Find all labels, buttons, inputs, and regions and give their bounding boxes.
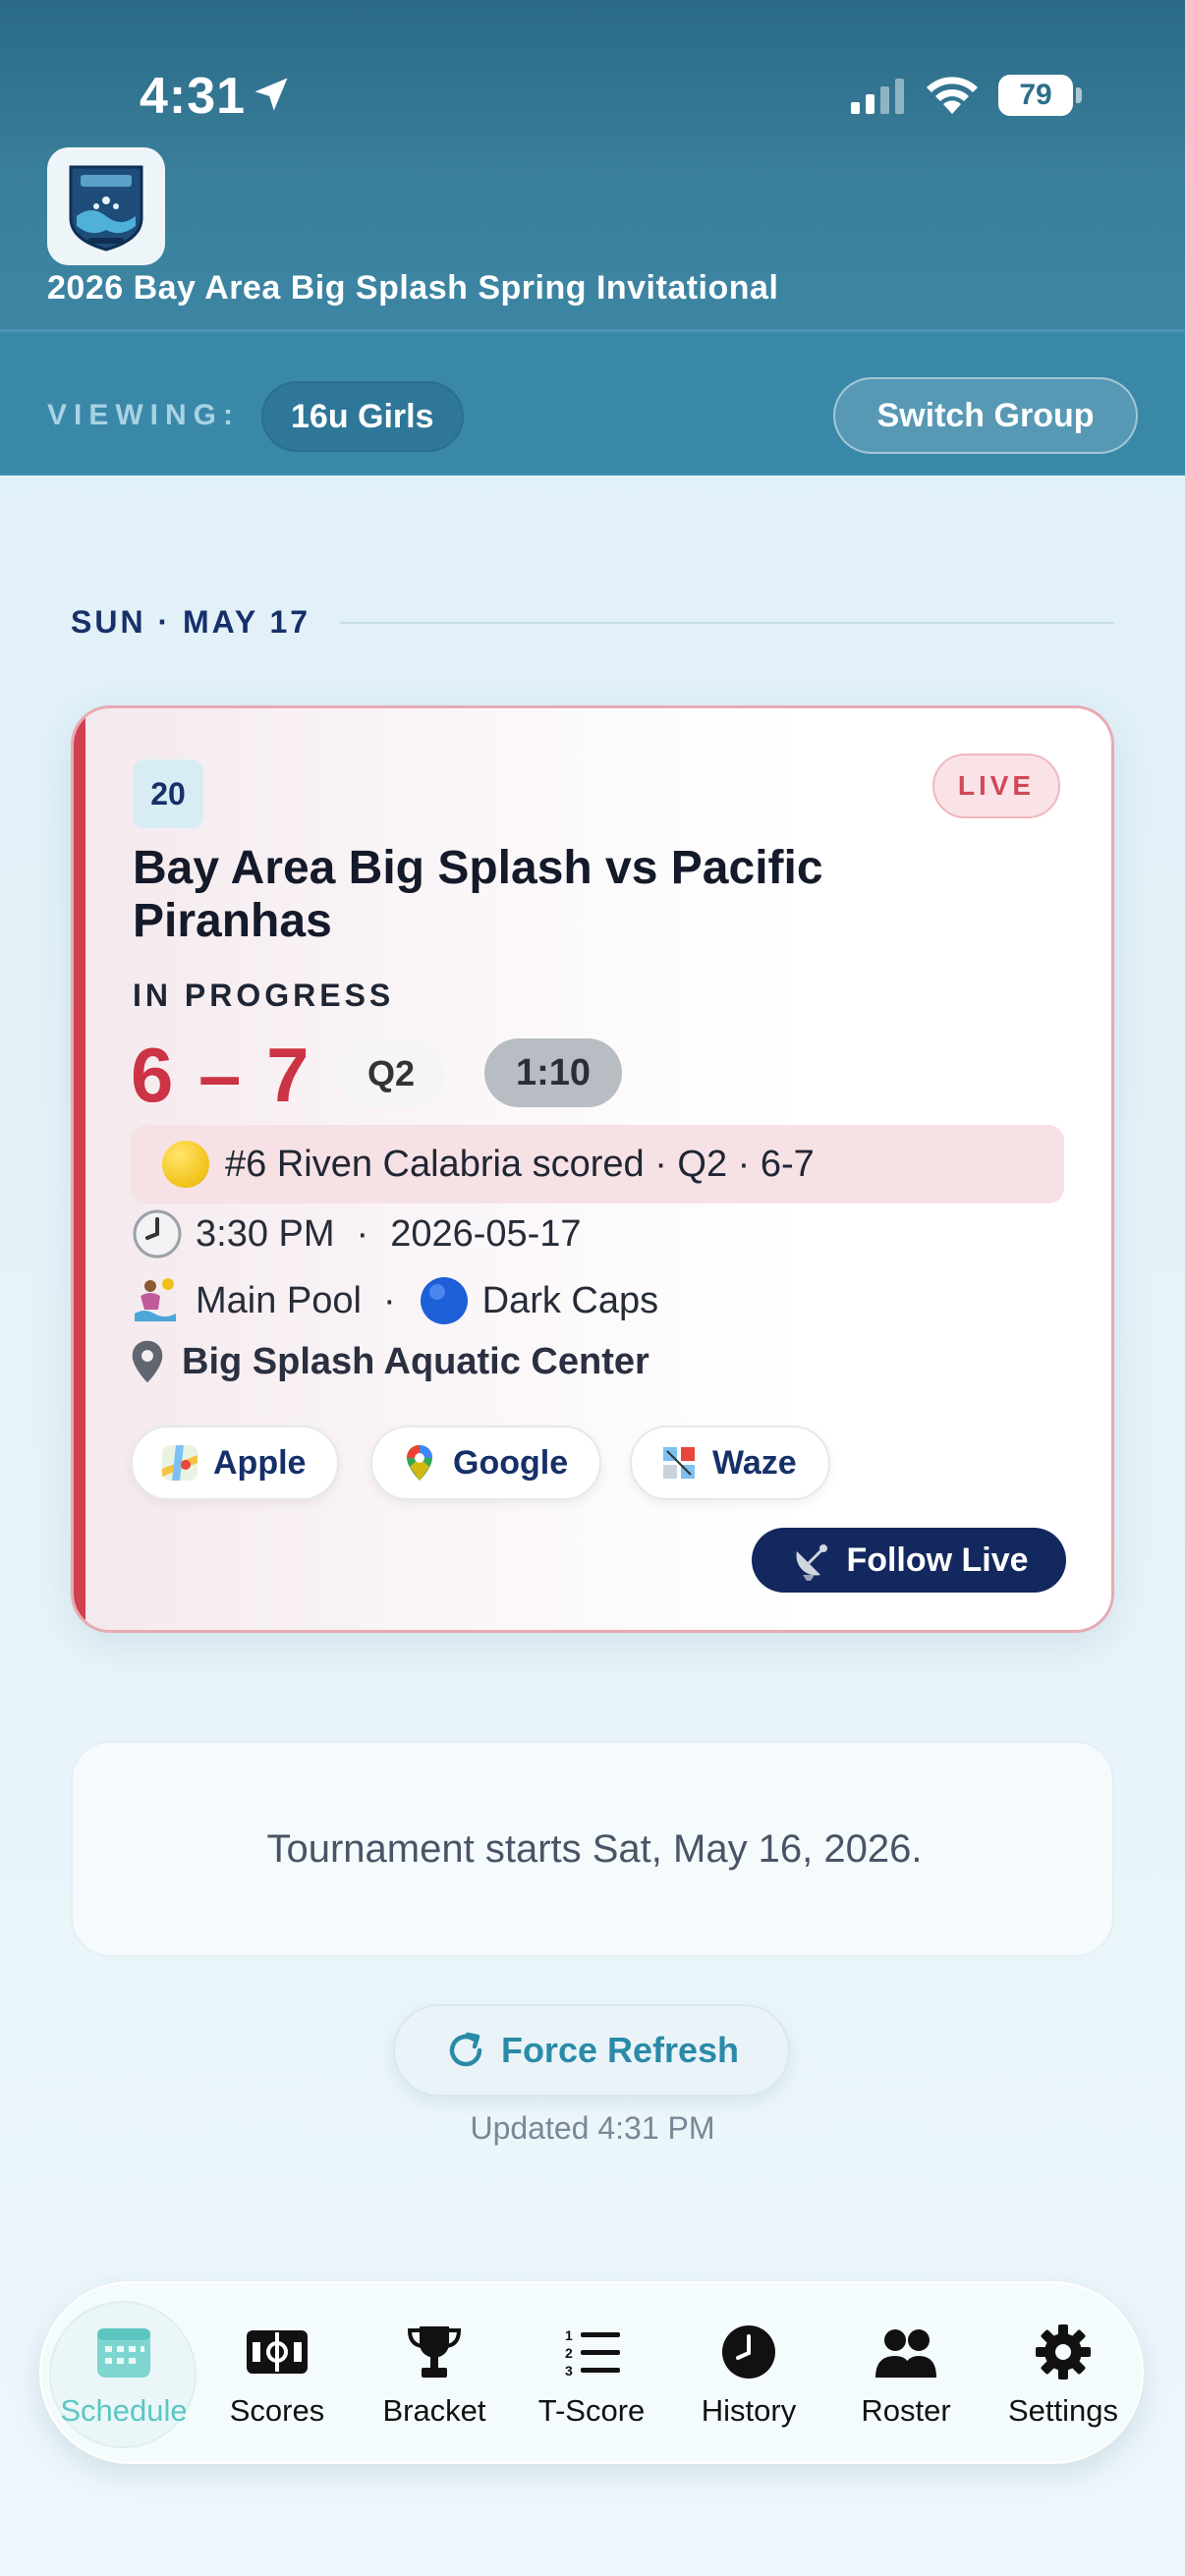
tab-bracket[interactable]: Bracket — [356, 2283, 513, 2466]
apple-maps-label: Apple — [213, 1443, 307, 1482]
live-accent-bar — [74, 708, 85, 1630]
score: 6 – 7 — [131, 1032, 311, 1118]
pool-separator: · — [382, 1279, 396, 1321]
pool-row: Main Pool · Dark Caps — [131, 1274, 658, 1327]
refresh-icon — [449, 2032, 482, 2067]
location-arrow-icon — [254, 78, 288, 111]
date-divider — [340, 622, 1114, 624]
game-time-row: 3:30 PM · 2026-05-17 — [131, 1207, 582, 1260]
waze-button[interactable]: Waze — [630, 1426, 830, 1500]
gear-icon — [1036, 2324, 1091, 2380]
tournament-info-card: Tournament starts Sat, May 16, 2026. — [71, 1741, 1114, 1957]
game-number-badge: 20 — [133, 759, 203, 828]
tab-settings-label: Settings — [1007, 2393, 1118, 2428]
people-icon — [875, 2329, 936, 2378]
venue-name: Big Splash Aquatic Center — [182, 1340, 649, 1382]
game-status: IN PROGRESS — [133, 978, 395, 1013]
google-maps-button[interactable]: Google — [370, 1426, 602, 1500]
tab-history[interactable]: History — [670, 2283, 827, 2466]
satellite-dish-icon — [796, 1544, 828, 1581]
matchup-title: Bay Area Big Splash vs Pacific Piranhas — [133, 842, 823, 947]
status-time: 4:31 — [140, 68, 247, 125]
game-card[interactable]: 20 LIVE Bay Area Big Splash vs Pacific P… — [71, 705, 1114, 1633]
current-group-pill: 16u Girls — [261, 381, 464, 452]
cap-color: Dark Caps — [481, 1279, 659, 1321]
period-pill: Q2 — [337, 1040, 445, 1107]
venue-row: Big Splash Aquatic Center — [131, 1339, 649, 1384]
viewing-label: VIEWING: — [47, 399, 240, 431]
tab-settings[interactable]: Settings — [985, 2283, 1142, 2466]
ball-icon — [162, 1141, 209, 1188]
force-refresh-button[interactable]: Force Refresh — [393, 2004, 790, 2097]
cellular-signal-icon — [851, 79, 904, 114]
switch-group-button[interactable]: Switch Group — [833, 377, 1138, 454]
battery-level: 79 — [1019, 79, 1052, 111]
status-bar: 4:31 79 — [0, 0, 1185, 147]
tab-roster[interactable]: Roster — [827, 2283, 985, 2466]
app-header: 4:31 79 2026 Bay Area Big Splash Spring … — [0, 0, 1185, 329]
app-title: 2026 Bay Area Big Splash Spring Invitati… — [47, 269, 779, 307]
apple-maps-icon — [162, 1445, 198, 1481]
time-separator: · — [356, 1212, 369, 1255]
last-updated-text: Updated 4:31 PM — [470, 2110, 715, 2146]
apple-maps-button[interactable]: Apple — [131, 1426, 340, 1500]
numbered-list-icon: 1 2 3 — [565, 2327, 620, 2379]
battery-indicator: 79 — [998, 75, 1082, 116]
waze-icon — [663, 1447, 695, 1479]
last-event-text: #6 Riven Calabria scored · Q2 · 6-7 — [225, 1144, 815, 1185]
tournament-logo — [47, 147, 165, 265]
follow-live-button[interactable]: Follow Live — [752, 1528, 1066, 1593]
tab-scores[interactable]: Scores — [198, 2283, 356, 2466]
blue-circle-icon — [420, 1277, 468, 1324]
calendar-icon — [97, 2328, 150, 2378]
live-badge: LIVE — [932, 754, 1060, 818]
svg-text:2: 2 — [565, 2345, 573, 2361]
clock-icon — [722, 2325, 775, 2379]
google-maps-icon — [407, 1445, 432, 1481]
pool-name: Main Pool — [196, 1279, 362, 1321]
follow-live-label: Follow Live — [846, 1540, 1029, 1579]
shield-logo-icon — [69, 165, 143, 252]
location-pin-icon — [132, 1340, 163, 1383]
force-refresh-label: Force Refresh — [500, 2030, 740, 2070]
wifi-icon — [927, 77, 978, 114]
water-polo-player-icon — [135, 1278, 176, 1321]
svg-text:3: 3 — [565, 2363, 573, 2379]
tab-schedule[interactable]: Schedule — [45, 2283, 202, 2466]
waze-label: Waze — [712, 1443, 797, 1482]
game-clock-pill: 1:10 — [484, 1038, 622, 1107]
trophy-icon — [407, 2326, 462, 2378]
google-maps-label: Google — [453, 1443, 569, 1482]
clock-icon — [133, 1209, 182, 1259]
game-date: 2026-05-17 — [390, 1212, 582, 1255]
date-heading: SUN · MAY 17 — [71, 604, 311, 640]
last-event-banner: #6 Riven Calabria scored · Q2 · 6-7 — [131, 1125, 1064, 1204]
bottom-tab-bar: Schedule Scores Bracket 1 2 3 T-Score Hi… — [39, 2281, 1144, 2464]
tournament-start-message: Tournament starts Sat, May 16, 2026. — [266, 1827, 923, 1871]
tab-tscore[interactable]: 1 2 3 T-Score — [513, 2283, 670, 2466]
scoreboard-icon — [247, 2330, 308, 2374]
game-time: 3:30 PM — [196, 1212, 335, 1255]
svg-text:1: 1 — [565, 2327, 573, 2343]
